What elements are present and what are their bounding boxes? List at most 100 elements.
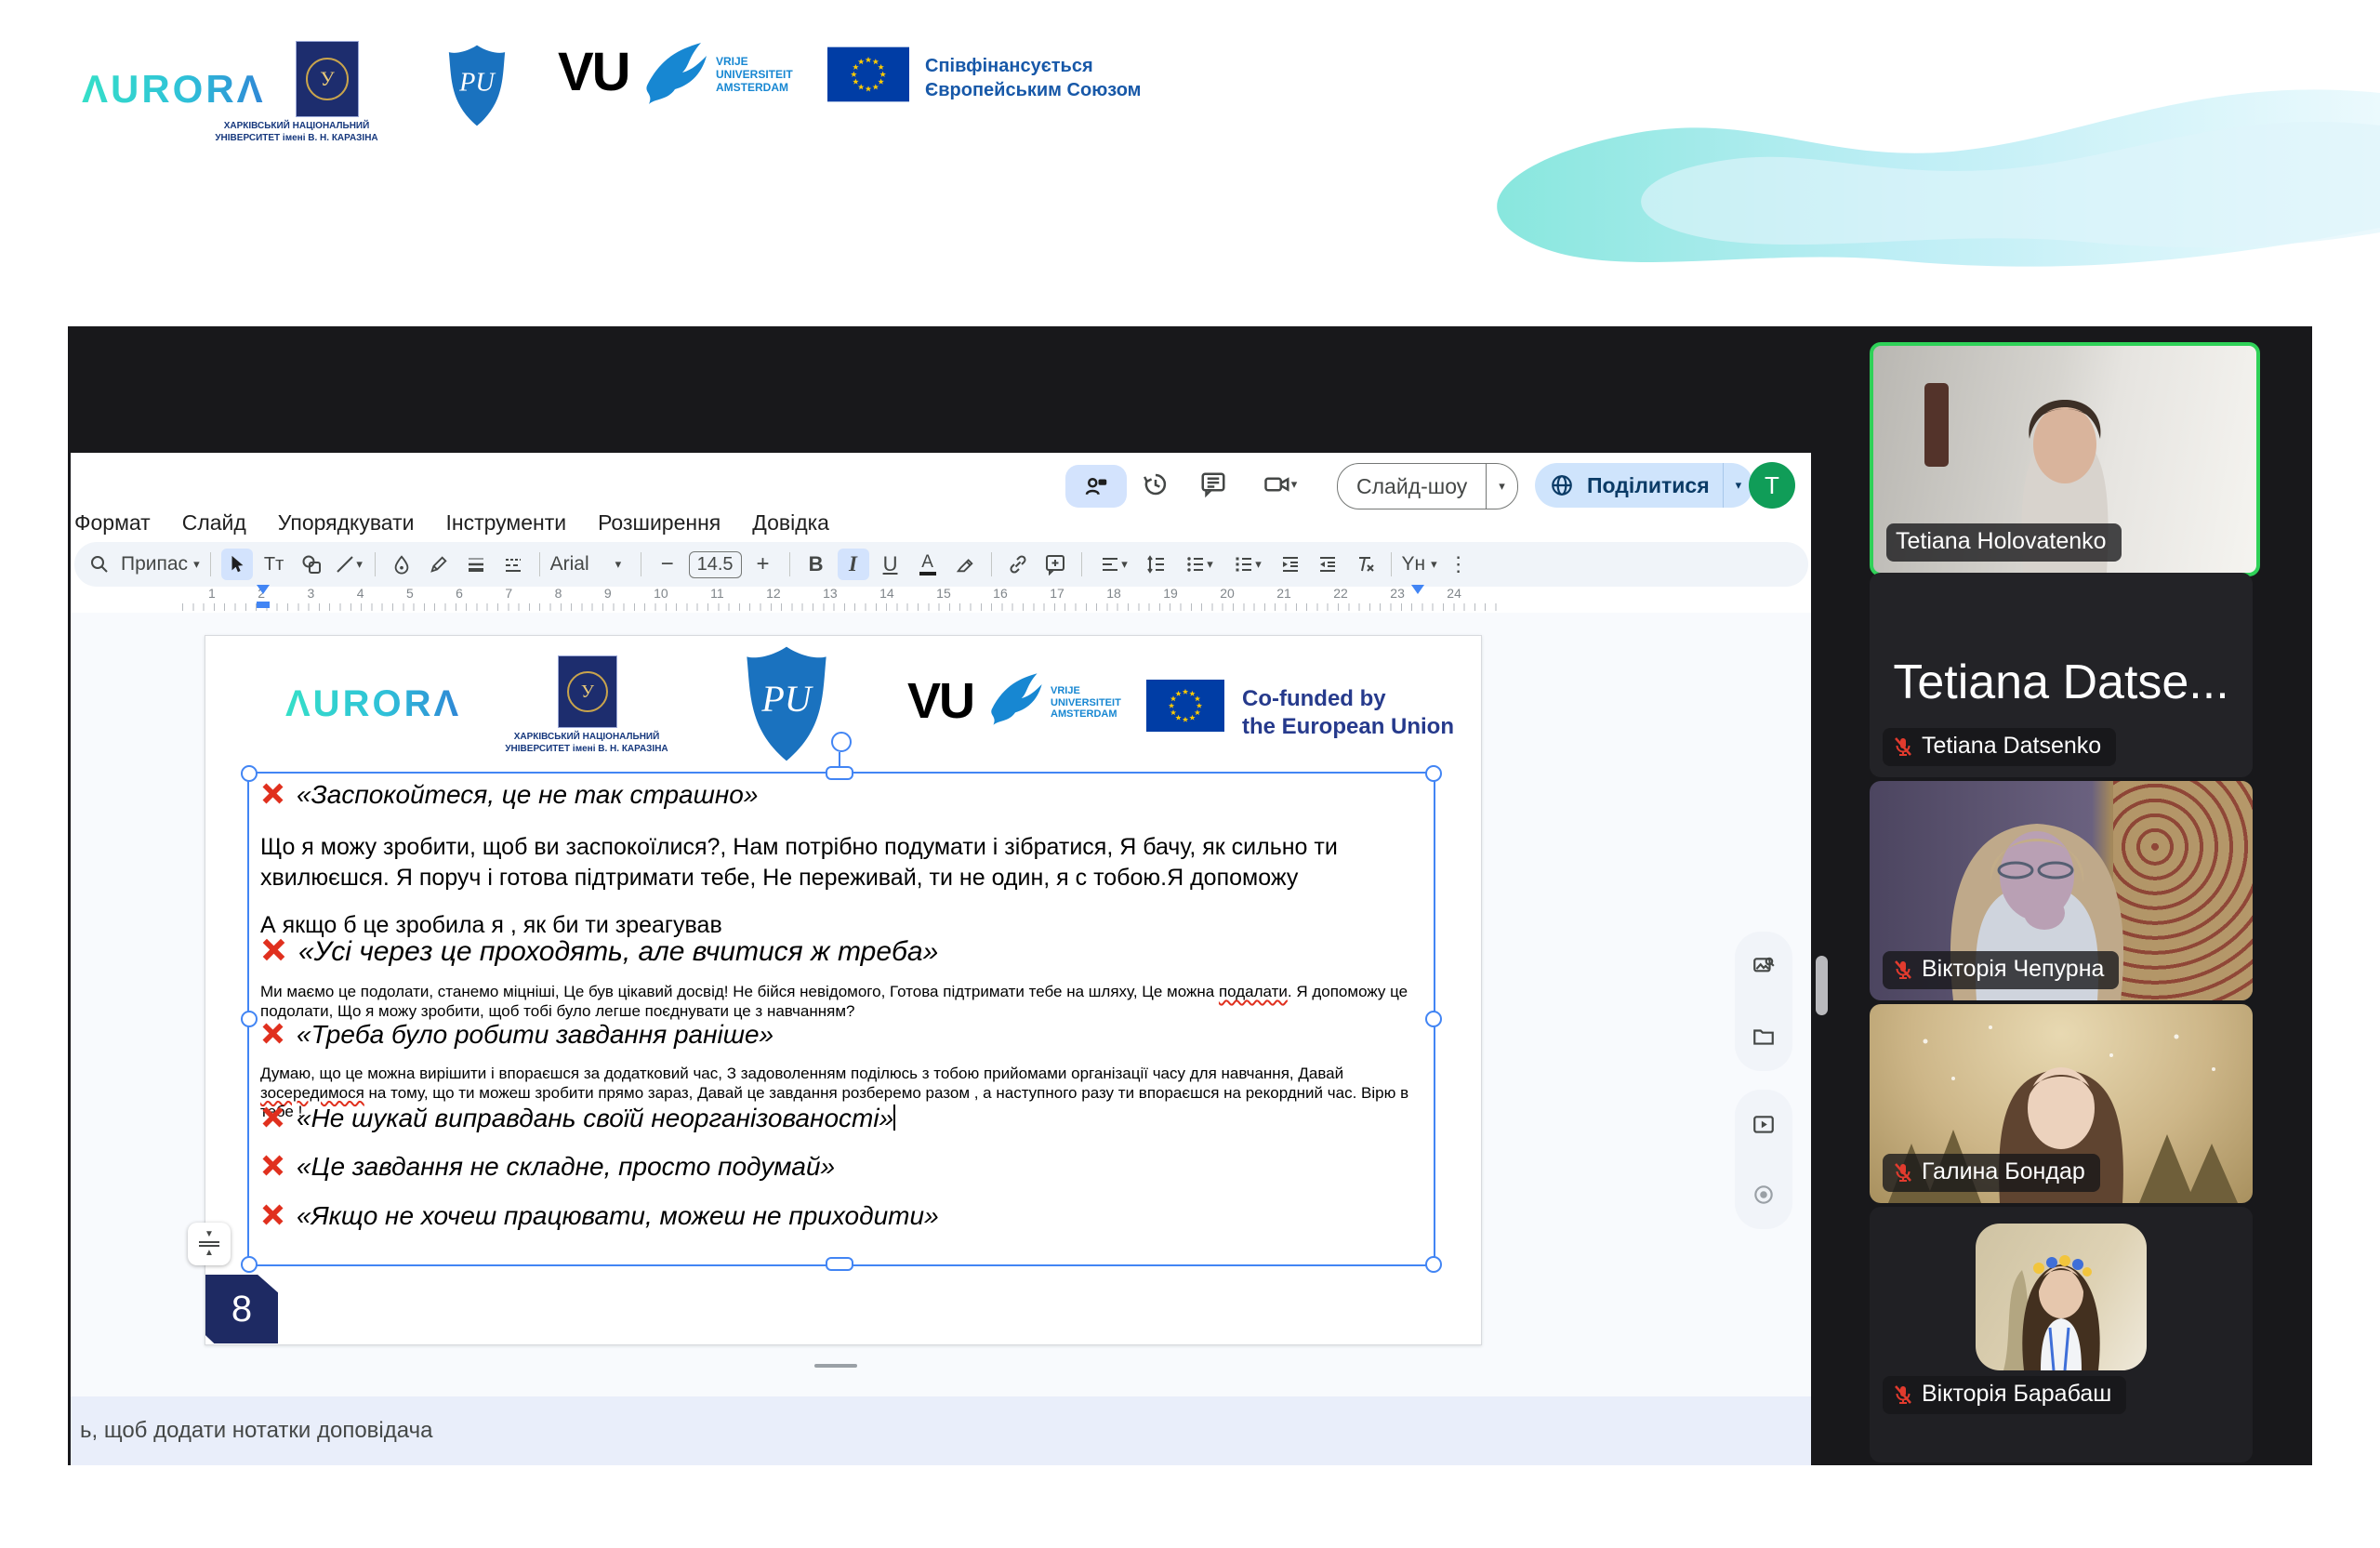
border-dash-icon[interactable]: [497, 549, 529, 580]
slide-cofunded-text: Co-funded bythe European Union: [1242, 685, 1454, 741]
ruler-number: 22: [1333, 586, 1348, 601]
participant-tile-holovatenko[interactable]: Tetiana Holovatenko: [1870, 342, 2260, 576]
account-avatar[interactable]: T: [1749, 462, 1795, 509]
increase-font-button[interactable]: +: [747, 549, 779, 580]
slideshow-button[interactable]: Слайд-шоу ▾: [1337, 463, 1518, 509]
participant-name-label: Tetiana Datsenko: [1883, 728, 2116, 766]
insert-link-button[interactable]: [1002, 549, 1034, 580]
image-search-icon[interactable]: [1748, 951, 1779, 983]
italic-button[interactable]: I: [838, 549, 869, 580]
more-options-button[interactable]: ⋮: [1443, 549, 1474, 580]
line-spacing-button[interactable]: [1141, 549, 1172, 580]
handle-bottom-right[interactable]: [1425, 1256, 1442, 1273]
border-color-icon[interactable]: [423, 549, 455, 580]
slide-kharkiv-logo: У: [558, 655, 617, 728]
clear-formatting-button[interactable]: [1349, 549, 1381, 580]
shapes-tool-icon[interactable]: [296, 549, 327, 580]
slide-number-badge: 8: [205, 1275, 278, 1343]
line-tool-icon[interactable]: ▾: [333, 549, 364, 580]
scrollbar-thumb[interactable]: [1816, 956, 1828, 1015]
slide-vu-logo: VU: [907, 672, 973, 730]
meet-camera-button[interactable]: ▾: [1253, 469, 1307, 500]
record-icon[interactable]: [1748, 1179, 1779, 1211]
fit-zoom-select[interactable]: Припас▾: [121, 553, 200, 576]
handle-top-right[interactable]: [1425, 765, 1442, 782]
menu-item[interactable]: Слайд: [182, 510, 246, 536]
kharkiv-caption: ХАРКІВСЬКИЙ НАЦІОНАЛЬНИЙУНІВЕРСИТЕТ імен…: [212, 121, 381, 144]
ruler-number: 5: [406, 586, 414, 601]
zoom-tool-icon[interactable]: [84, 549, 115, 580]
ruler-number: 23: [1390, 586, 1405, 601]
chevron-up-icon: ▲: [205, 1249, 214, 1258]
fill-color-icon[interactable]: [386, 549, 417, 580]
font-family-select[interactable]: Arial▾: [550, 553, 630, 576]
body-paragraph-1: Що я можу зробити, щоб ви заспокоїлися?,…: [260, 832, 1422, 893]
handle-mid-right[interactable]: [1425, 1011, 1442, 1027]
menu-item[interactable]: Довідка: [752, 510, 829, 536]
ruler-number: 11: [710, 586, 724, 601]
spacing-widget[interactable]: ▼ ▲: [188, 1223, 231, 1265]
notes-resize-handle[interactable]: [814, 1364, 857, 1368]
folder-icon[interactable]: [1748, 1021, 1779, 1052]
handle-mid-top[interactable]: [826, 766, 853, 780]
participant-tile-datsenko[interactable]: Tetiana Datse... Tetiana Datsenko: [1870, 573, 2253, 777]
handle-mid-bottom[interactable]: [826, 1257, 853, 1271]
share-button[interactable]: Поділитися ▾: [1535, 463, 1753, 508]
ruler-number: 18: [1106, 586, 1121, 601]
menu-item[interactable]: Формат: [74, 510, 151, 536]
eu-cofinance-text: СпівфінансуєтьсяЄвропейським Союзом: [925, 54, 1141, 102]
kharkiv-emblem-letter: У: [306, 58, 349, 100]
underline-button[interactable]: U: [875, 549, 906, 580]
handle-mid-left[interactable]: [241, 1011, 258, 1027]
decrease-indent-button[interactable]: [1275, 549, 1306, 580]
menu-bar: Формат Слайд Упорядкувати Інструменти Розшир…: [74, 510, 829, 536]
red-x-icon: [260, 1153, 285, 1178]
bulleted-list-button[interactable]: ▾: [1178, 549, 1221, 580]
red-x-icon: [260, 781, 285, 806]
increase-indent-button[interactable]: [1312, 549, 1343, 580]
textbox-tool-icon[interactable]: Tт: [258, 549, 290, 580]
menu-item[interactable]: Інструменти: [445, 510, 566, 536]
bold-button[interactable]: B: [800, 549, 832, 580]
globe-icon: [1550, 473, 1574, 497]
decorative-wave: [1153, 88, 2380, 302]
side-tools-group-2: [1735, 1090, 1792, 1229]
ruler-number: 9: [604, 586, 612, 601]
select-tool-icon[interactable]: [221, 549, 253, 580]
text-color-button[interactable]: A: [912, 549, 944, 580]
participant-name-label: Tetiana Holovatenko: [1886, 523, 2122, 562]
toolbar: Припас▾ Tт ▾ Arial▾ − 14.5 + B I U A: [74, 542, 1808, 587]
ruler-number: 14: [879, 586, 894, 601]
version-history-button[interactable]: [1140, 469, 1171, 500]
border-weight-icon[interactable]: [460, 549, 492, 580]
add-comment-button[interactable]: [1039, 549, 1071, 580]
quote-line-1: «Заспокойтеся, це не так страшно»: [260, 780, 758, 810]
handle-top-left[interactable]: [241, 765, 258, 782]
comments-button[interactable]: [1197, 469, 1229, 500]
slide-eu-flag: [1146, 680, 1224, 732]
numbered-list-button[interactable]: ▾: [1226, 549, 1269, 580]
handle-bottom-left[interactable]: [241, 1256, 258, 1273]
slideshow-menu-arrow[interactable]: ▾: [1486, 464, 1517, 509]
svg-text:PU: PU: [458, 69, 496, 98]
chevron-down-icon: ▾: [1291, 477, 1298, 492]
vu-griffin-icon: [640, 37, 710, 110]
present-preview-icon[interactable]: [1748, 1109, 1779, 1141]
font-size-input[interactable]: 14.5: [689, 551, 742, 578]
highlight-color-button[interactable]: [949, 549, 981, 580]
participant-name-label: Галина Бондар: [1883, 1154, 2100, 1192]
speaker-notes-bar[interactable]: ь, щоб додати нотатки доповідача: [71, 1396, 1811, 1465]
spellcheck-language-button[interactable]: Yн▾: [1402, 553, 1437, 576]
participant-tile-chepurna[interactable]: Вікторія Чепурна: [1870, 781, 2253, 1000]
chevron-down-icon: ▼: [205, 1230, 214, 1239]
decrease-font-button[interactable]: −: [652, 549, 683, 580]
quote-line-2: «Усі через це проходять, але вчитися ж т…: [260, 936, 938, 968]
presenter-view-button[interactable]: [1065, 465, 1127, 508]
align-button[interactable]: ▾: [1092, 549, 1135, 580]
eu-flag: [827, 46, 909, 102]
rotate-handle[interactable]: [831, 732, 852, 752]
menu-item[interactable]: Розширення: [598, 510, 721, 536]
participant-tile-bondar[interactable]: Галина Бондар: [1870, 1004, 2253, 1203]
participant-tile-barabash[interactable]: Вікторія Барабаш: [1870, 1207, 2253, 1462]
menu-item[interactable]: Упорядкувати: [278, 510, 415, 536]
